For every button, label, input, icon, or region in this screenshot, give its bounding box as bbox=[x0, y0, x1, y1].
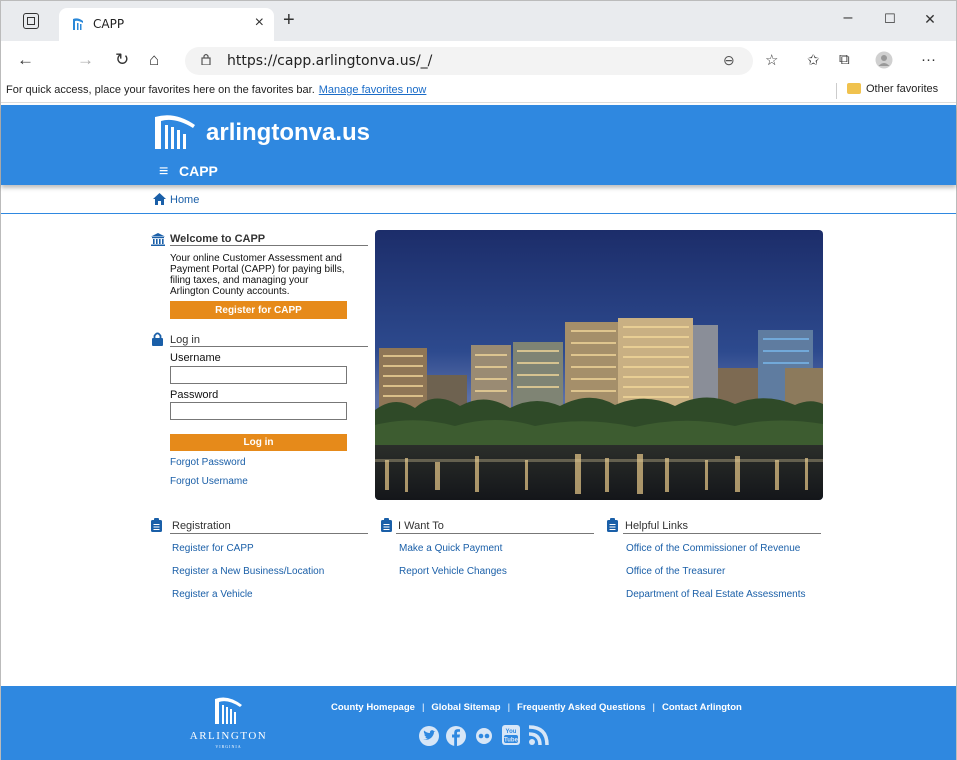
title-bar: CAPP × + – ☐ ✕ bbox=[1, 1, 956, 41]
arlington-emblem-icon bbox=[215, 697, 242, 724]
svg-text:Tube: Tube bbox=[504, 738, 519, 744]
lock-icon bbox=[201, 53, 211, 65]
url-text: https://capp.arlingtonva.us/_/ bbox=[227, 53, 433, 69]
footer-separator: | bbox=[507, 702, 511, 713]
footer-separator: | bbox=[652, 702, 655, 713]
register-button[interactable]: Register for CAPP bbox=[170, 301, 347, 319]
navigation-bar: ← → ↻ ⌂ https://capp.arlingtonva.us/_/ ⊖… bbox=[1, 41, 956, 79]
site-header: arlingtonva.us ≡ CAPP bbox=[1, 105, 956, 185]
faq-link[interactable]: Frequently Asked Questions bbox=[517, 702, 645, 713]
browser-tab[interactable]: CAPP × bbox=[59, 8, 274, 41]
county-homepage-link[interactable]: County Homepage bbox=[331, 702, 415, 713]
youtube-icon[interactable]: You Tube bbox=[501, 724, 521, 749]
real-estate-assessments-link[interactable]: Department of Real Estate Assessments bbox=[626, 589, 806, 600]
manage-favorites-link[interactable]: Manage favorites now bbox=[319, 84, 427, 96]
register-business-link[interactable]: Register a New Business/Location bbox=[172, 566, 324, 577]
forward-arrow-icon[interactable]: → bbox=[77, 50, 94, 70]
favorites-bar-text: For quick access, place your favorites h… bbox=[6, 84, 427, 96]
lock-login-icon bbox=[152, 332, 163, 346]
commissioner-revenue-link[interactable]: Office of the Commissioner of Revenue bbox=[626, 543, 800, 554]
quick-payment-link[interactable]: Make a Quick Payment bbox=[399, 543, 502, 554]
footer-logo-subtext: VIRGINIA bbox=[215, 744, 242, 749]
vehicle-changes-link[interactable]: Report Vehicle Changes bbox=[399, 566, 507, 577]
clipboard-icon-helpful-links bbox=[607, 518, 618, 532]
global-sitemap-link[interactable]: Global Sitemap bbox=[431, 702, 500, 713]
twitter-icon[interactable] bbox=[419, 726, 439, 749]
browser-window: CAPP × + – ☐ ✕ ← → ↻ ⌂ https://capp.arli… bbox=[0, 0, 957, 760]
login-heading: Log in bbox=[170, 334, 200, 346]
back-arrow-icon[interactable]: ← bbox=[17, 50, 34, 70]
site-name[interactable]: arlingtonva.us bbox=[206, 119, 370, 147]
helpful-links-divider bbox=[623, 533, 821, 534]
zoom-icon[interactable]: ⊖ bbox=[723, 52, 735, 69]
favorites-icon[interactable]: ✩ bbox=[807, 51, 820, 69]
register-capp-link[interactable]: Register for CAPP bbox=[172, 543, 254, 554]
tab-actions-icon[interactable] bbox=[23, 13, 39, 29]
favorites-bar: For quick access, place your favorites h… bbox=[1, 79, 956, 103]
hamburger-menu-icon[interactable]: ≡ bbox=[159, 163, 168, 181]
profile-icon[interactable] bbox=[875, 51, 893, 73]
folder-icon bbox=[847, 83, 861, 94]
welcome-divider bbox=[170, 245, 368, 246]
username-input[interactable] bbox=[170, 366, 347, 384]
clipboard-icon-i-want-to bbox=[381, 518, 392, 532]
arlington-footer-logo[interactable]: ARLINGTON VIRGINIA bbox=[181, 696, 276, 752]
welcome-heading: Welcome to CAPP bbox=[170, 233, 266, 245]
i-want-to-divider bbox=[396, 533, 594, 534]
close-window-button[interactable]: ✕ bbox=[907, 11, 953, 28]
social-icons: You Tube bbox=[419, 724, 554, 748]
site-footer: ARLINGTON VIRGINIA County Homepage | Globa… bbox=[1, 686, 956, 760]
other-favorites-button[interactable]: Other favorites bbox=[847, 83, 938, 95]
welcome-description: Your online Customer Assessment and Paym… bbox=[170, 253, 345, 297]
app-name[interactable]: CAPP bbox=[179, 163, 218, 179]
i-want-to-heading: I Want To bbox=[398, 520, 444, 532]
skyline-hero-image bbox=[375, 230, 823, 500]
home-icon bbox=[153, 193, 166, 205]
footer-separator: | bbox=[421, 702, 425, 713]
flickr-icon[interactable] bbox=[474, 726, 494, 749]
breadcrumb-home-link[interactable]: Home bbox=[170, 194, 199, 206]
rss-icon[interactable] bbox=[528, 724, 550, 749]
favorites-separator bbox=[836, 83, 837, 99]
register-vehicle-link[interactable]: Register a Vehicle bbox=[172, 589, 253, 600]
tab-title: CAPP bbox=[93, 17, 125, 31]
breadcrumb: Home bbox=[153, 193, 199, 206]
more-menu-icon[interactable]: ··· bbox=[921, 51, 936, 68]
add-favorite-icon[interactable]: ☆ bbox=[765, 51, 778, 69]
building-icon bbox=[151, 233, 165, 246]
clipboard-icon-registration bbox=[151, 518, 162, 532]
contact-arlington-link[interactable]: Contact Arlington bbox=[662, 702, 742, 713]
minimize-button[interactable]: – bbox=[825, 9, 871, 27]
home-browser-icon[interactable]: ⌂ bbox=[149, 50, 159, 70]
arlington-logo-icon[interactable] bbox=[151, 113, 199, 153]
helpful-links-heading: Helpful Links bbox=[625, 520, 688, 532]
svg-text:You: You bbox=[506, 729, 517, 735]
registration-divider bbox=[170, 533, 368, 534]
registration-heading: Registration bbox=[172, 520, 231, 532]
forgot-username-link[interactable]: Forgot Username bbox=[170, 476, 248, 487]
password-label: Password bbox=[170, 389, 219, 401]
facebook-icon[interactable] bbox=[446, 726, 467, 749]
forgot-password-link[interactable]: Forgot Password bbox=[170, 457, 246, 468]
refresh-icon[interactable]: ↻ bbox=[115, 50, 129, 70]
address-bar[interactable]: https://capp.arlingtonva.us/_/ ⊖ bbox=[185, 47, 753, 75]
login-divider bbox=[170, 346, 368, 347]
footer-logo-text: ARLINGTON bbox=[189, 730, 268, 742]
treasurer-link[interactable]: Office of the Treasurer bbox=[626, 566, 725, 577]
login-button[interactable]: Log in bbox=[170, 434, 347, 451]
password-input[interactable] bbox=[170, 402, 347, 420]
collections-icon[interactable]: ⧉ bbox=[839, 51, 850, 68]
breadcrumb-divider bbox=[1, 213, 956, 214]
capp-favicon-icon bbox=[71, 17, 85, 31]
new-tab-button[interactable]: + bbox=[283, 9, 295, 32]
tab-close-icon[interactable]: × bbox=[255, 14, 264, 32]
footer-links: County Homepage | Global Sitemap | Frequentl… bbox=[331, 702, 742, 713]
username-label: Username bbox=[170, 352, 221, 364]
